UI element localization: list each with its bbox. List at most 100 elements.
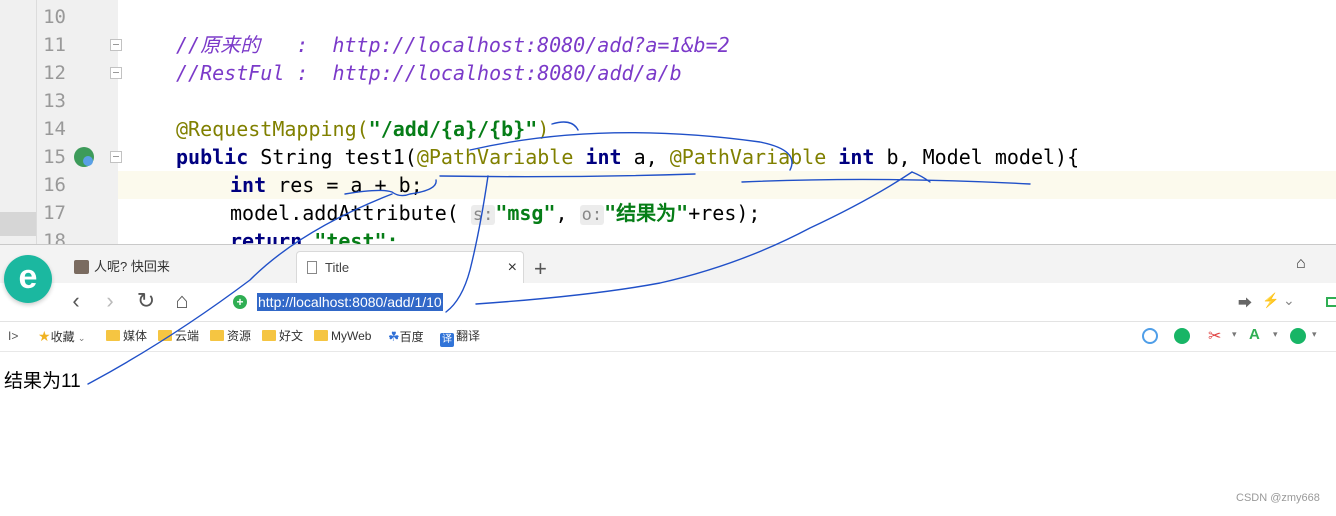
code-comment: //RestFul : http://localhost:8080/add/a/… [176,61,682,85]
line-number: 18 [43,230,66,244]
bookmark-label: 媒体 [123,329,148,343]
chevron-down-icon[interactable]: ⌄ [1283,292,1295,309]
line-number: 16 [43,174,66,196]
request-mapping-gutter-icon[interactable] [74,147,94,167]
folder-icon [158,330,172,341]
address-bar-input[interactable]: http://localhost:8080/add/1/10 [257,293,443,311]
page-content: 结果为11 CSDN @zmy668 [0,352,1336,516]
bookmarks-bar: I> ★收藏 ⌄ 媒体 云端 资源 好文 MyWeb ☘百度 译翻译 ✂ ▾ A… [0,322,1336,352]
parameter-hint: o: [579,205,605,225]
folder-icon [210,330,224,341]
folder-icon [262,330,276,341]
code-line-12[interactable]: //RestFul : http://localhost:8080/add/a/… [118,59,1336,87]
code-line-18[interactable]: return "test"; [118,227,1336,244]
tab-label: Title [325,260,350,275]
result-text: 结果为11 [4,371,81,392]
tab-favicon-icon [74,260,89,274]
keyword-token: int [573,145,622,169]
code-token: , [555,201,580,225]
adblock-extension-icon[interactable] [1142,328,1158,344]
keyword-token: public [176,145,249,169]
tab-close-icon[interactable]: × [508,252,517,284]
home-button[interactable]: ⌂ [170,289,194,313]
code-line-16-current[interactable]: int res = a + b; [118,171,1336,199]
line-number: 17 [43,202,66,224]
watermark: CSDN @zmy668 [1236,492,1320,504]
code-token: model.addAttribute( [230,201,471,225]
code-token: res = a + b; [266,173,423,197]
bookmark-folder[interactable]: 媒体 [106,322,147,351]
code-token: String test1( [248,145,417,169]
string-token: "结果为" [604,201,689,225]
bookmark-translate[interactable]: 译翻译 [440,322,480,351]
battery-icon[interactable] [1326,297,1336,307]
share-icon[interactable]: ⮕ [1238,293,1252,313]
code-line-11[interactable]: //原来的 : http://localhost:8080/add?a=1&b=… [118,31,1336,59]
bookmark-baidu[interactable]: ☘百度 [388,322,424,351]
browser-logo-icon[interactable]: e [4,255,52,303]
code-line-15[interactable]: public String test1(@PathVariable int a,… [118,143,1336,171]
string-token: "test"; [302,229,399,244]
security-shield-icon[interactable]: + [233,295,247,309]
tab-label: 人呢? 快回来 [94,259,170,274]
bookmark-label: 百度 [399,330,424,344]
chevron-down-icon[interactable]: ▾ [1273,329,1278,340]
code-token: +res); [688,201,761,225]
bookmark-label: MyWeb [331,329,372,343]
keyword-token: int [230,173,267,197]
string-token: "/add/{a}/{b}" [368,117,538,141]
parameter-hint: s: [470,205,496,225]
line-number: 15 [43,146,66,168]
translate-icon: 译 [440,333,454,347]
code-editor[interactable]: 10 11 12 13 14 15 16 17 18 //原来的 : http:… [0,0,1336,244]
chevron-down-icon: ⌄ [77,333,86,343]
baidu-paw-icon: ☘ [388,329,400,344]
folder-icon [314,330,328,341]
keyword-token: return [230,229,303,244]
new-tab-button[interactable]: + [534,257,547,281]
translate-extension-icon[interactable]: A [1249,326,1260,343]
line-number: 11 [43,34,66,56]
wallet-extension-icon[interactable] [1290,328,1306,344]
line-number: 14 [43,118,66,140]
bookmark-folder[interactable]: 好文 [262,322,303,351]
chevron-down-icon[interactable]: ▾ [1312,329,1317,340]
folder-icon [106,330,120,341]
page-icon [307,261,317,274]
bookmark-label: 资源 [227,329,252,343]
navigation-bar: ‹ › ↻ ⌂ + http://localhost:8080/add/1/10… [0,283,1336,322]
annotation-token: @PathVariable [669,145,827,169]
bookmark-folder[interactable]: MyWeb [314,322,371,351]
bookmark-label: 云端 [175,329,200,343]
tab-title-active[interactable]: Title × [296,251,524,283]
bookmark-folder[interactable]: 云端 [158,322,199,351]
line-number: 10 [43,6,66,28]
speed-mode-icon[interactable]: ⚡ [1262,292,1279,309]
reader-extension-icon[interactable] [1174,328,1190,344]
code-line-14[interactable]: @RequestMapping("/add/{a}/{b}") [118,115,1336,143]
reload-button[interactable]: ↻ [134,289,158,313]
annotation-token: @RequestMapping( [176,117,369,141]
back-button[interactable]: ‹ [64,289,88,313]
skin-icon[interactable]: ⌂ [1296,255,1306,273]
chevron-down-icon[interactable]: ▾ [1232,329,1237,340]
code-comment: //原来的 : http://localhost:8080/add?a=1&b=… [176,33,730,57]
code-token: a, [621,145,670,169]
star-icon: ★ [38,328,51,344]
code-line-17[interactable]: model.addAttribute( s: "msg", o: "结果为"+res… [118,199,1336,227]
screenshot-scissors-icon[interactable]: ✂ [1208,326,1221,346]
string-token: "msg" [495,201,556,225]
bookmark-folder[interactable]: 资源 [210,322,251,351]
bookmark-favorites[interactable]: ★收藏 ⌄ [38,322,85,351]
annotation-token: ) [537,117,550,141]
forward-button[interactable]: › [98,289,122,313]
sidebar-toggle[interactable]: I> [8,322,18,351]
keyword-token: int [826,145,875,169]
tab-away[interactable]: 人呢? 快回来 [70,251,290,283]
bookmark-label: 好文 [279,329,304,343]
annotation-token: @PathVariable [416,145,574,169]
code-token: b, Model model){ [874,145,1080,169]
line-number: 13 [43,90,66,112]
browser-window: 人呢? 快回来 Title × + ⌂ e ‹ › ↻ ⌂ + http://l… [0,244,1336,516]
tab-bar: 人呢? 快回来 Title × + ⌂ [0,245,1336,283]
